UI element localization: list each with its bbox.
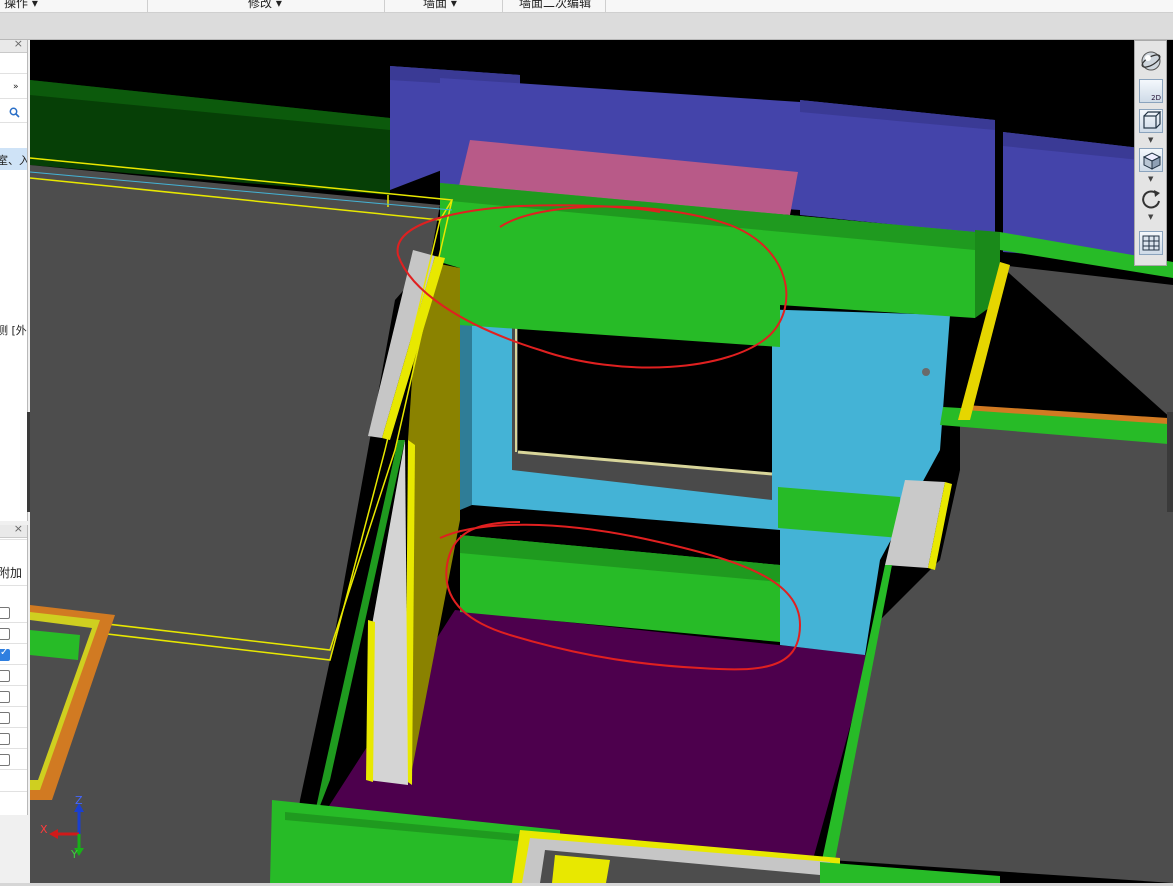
window-opening [518, 325, 772, 474]
checkbox[interactable] [0, 733, 10, 745]
green-piece-left [30, 630, 80, 660]
dropdown-arrow-icon[interactable]: ▼ [1148, 175, 1153, 183]
3d-scene [30, 40, 1173, 883]
checkbox[interactable] [0, 691, 10, 703]
row-divider [0, 791, 27, 792]
panel-header: × [0, 40, 27, 53]
left-panel-bottom: × 附加 [0, 525, 28, 815]
dropdown-arrow-icon[interactable]: ▼ [1148, 213, 1153, 221]
iso-view-cube-icon[interactable] [1139, 148, 1163, 172]
checkbox[interactable] [0, 754, 10, 766]
row-divider [0, 727, 27, 728]
row-divider [0, 685, 27, 686]
window-frame-side [460, 300, 472, 510]
z-axis-label: Z [75, 794, 83, 807]
orbit-sphere-icon[interactable] [1139, 49, 1163, 73]
column-header-attach: 附加 [0, 566, 23, 580]
selected-tree-item[interactable]: 室、入 [0, 148, 27, 170]
close-icon[interactable]: × [14, 40, 23, 50]
checkbox-checked[interactable] [0, 647, 10, 661]
divider [0, 539, 27, 540]
top-view-cube-icon[interactable] [1139, 109, 1163, 133]
y-axis-label: Y [71, 848, 78, 861]
row-divider [0, 769, 27, 770]
panel-splitter[interactable] [27, 412, 30, 512]
row-divider [0, 706, 27, 707]
ribbon-menu: 操作 ▾ 修改 ▾ 墙面 ▾ 墙面二次编辑 [0, 0, 1173, 13]
dropdown-arrow-icon[interactable]: ▼ [1148, 136, 1153, 144]
search-icon[interactable] [9, 107, 20, 118]
divider [0, 122, 27, 123]
tree-item-label[interactable]: 测 [外 [0, 322, 27, 338]
divider [0, 73, 27, 74]
row-divider [0, 643, 27, 644]
2d-view-icon[interactable]: 2D [1139, 79, 1163, 103]
checkbox[interactable] [0, 628, 10, 640]
row-divider [0, 664, 27, 665]
checkbox[interactable] [0, 670, 10, 682]
expand-icon[interactable]: » [13, 82, 19, 92]
panel-header: × [0, 525, 27, 538]
tab-wall-surface[interactable]: 墙面 ▾ [385, 0, 503, 12]
tab-operations[interactable]: 操作 ▾ [0, 0, 148, 12]
view-grid-icon[interactable] [1139, 231, 1163, 255]
ribbon-subbar [0, 13, 1173, 40]
3d-viewport[interactable]: Z X Y [30, 40, 1173, 883]
tab-wall-secondary-edit[interactable]: 墙面二次编辑 [503, 0, 606, 12]
window-handle [922, 368, 930, 376]
close-icon[interactable]: × [14, 525, 23, 535]
row-divider [0, 748, 27, 749]
divider [0, 585, 27, 586]
left-panel-top: × » 室、入 测 [外 [0, 40, 28, 521]
divider [0, 98, 27, 99]
tab-modify[interactable]: 修改 ▾ [148, 0, 385, 12]
row-divider [0, 622, 27, 623]
tree-item-label: 室、入 [0, 154, 28, 167]
viewport-right-handle[interactable] [1167, 412, 1173, 512]
view-toolbar: 2D ▼ ▼ ▼ [1134, 40, 1167, 266]
checkbox[interactable] [0, 607, 10, 619]
x-axis-label: X [40, 823, 48, 836]
rotate-icon[interactable] [1139, 187, 1163, 211]
checkbox[interactable] [0, 712, 10, 724]
